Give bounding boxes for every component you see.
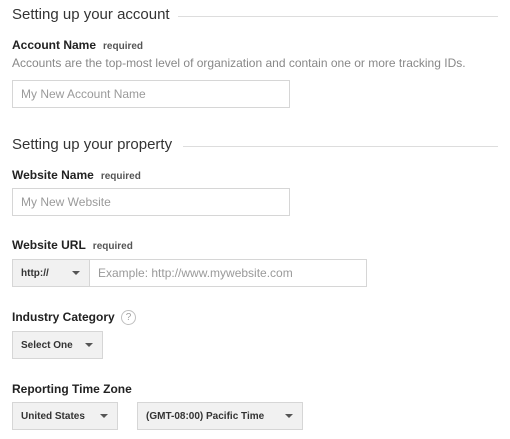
- account-section-divider: [178, 16, 498, 17]
- account-name-input[interactable]: [12, 80, 290, 108]
- website-name-label: Website Name: [12, 168, 94, 182]
- industry-category-select-value: Select One: [21, 339, 73, 351]
- property-section-divider: [183, 146, 498, 147]
- reporting-time-zone-label: Reporting Time Zone: [12, 382, 132, 396]
- website-name-required-tag: required: [100, 171, 141, 182]
- chevron-down-icon: [100, 414, 108, 418]
- industry-category-label: Industry Category: [12, 310, 115, 324]
- industry-category-select[interactable]: Select One: [12, 331, 103, 359]
- website-url-input[interactable]: [89, 259, 367, 287]
- website-url-required-tag: required: [92, 241, 133, 252]
- account-name-help-text: Accounts are the top-most level of organ…: [12, 56, 466, 70]
- chevron-down-icon: [85, 343, 93, 347]
- website-url-label: Website URL: [12, 238, 86, 252]
- website-name-label-row: Website Name required: [12, 168, 141, 184]
- time-zone-select-value: (GMT-08:00) Pacific Time: [146, 410, 265, 422]
- website-url-label-row: Website URL required: [12, 238, 133, 254]
- account-name-label-row: Account Name required: [12, 38, 143, 54]
- time-zone-country-select[interactable]: United States: [12, 402, 118, 430]
- chevron-down-icon: [72, 271, 80, 275]
- help-icon[interactable]: ?: [121, 310, 136, 325]
- account-section-title: Setting up your account: [12, 6, 170, 23]
- account-name-label: Account Name: [12, 38, 97, 52]
- property-section-title: Setting up your property: [12, 136, 173, 153]
- time-zone-select[interactable]: (GMT-08:00) Pacific Time: [137, 402, 303, 430]
- account-name-required-tag: required: [103, 41, 144, 52]
- protocol-select-value: http://: [21, 267, 49, 279]
- chevron-down-icon: [285, 414, 293, 418]
- website-name-input[interactable]: [12, 188, 290, 216]
- protocol-select[interactable]: http://: [12, 259, 90, 287]
- time-zone-country-select-value: United States: [21, 410, 85, 422]
